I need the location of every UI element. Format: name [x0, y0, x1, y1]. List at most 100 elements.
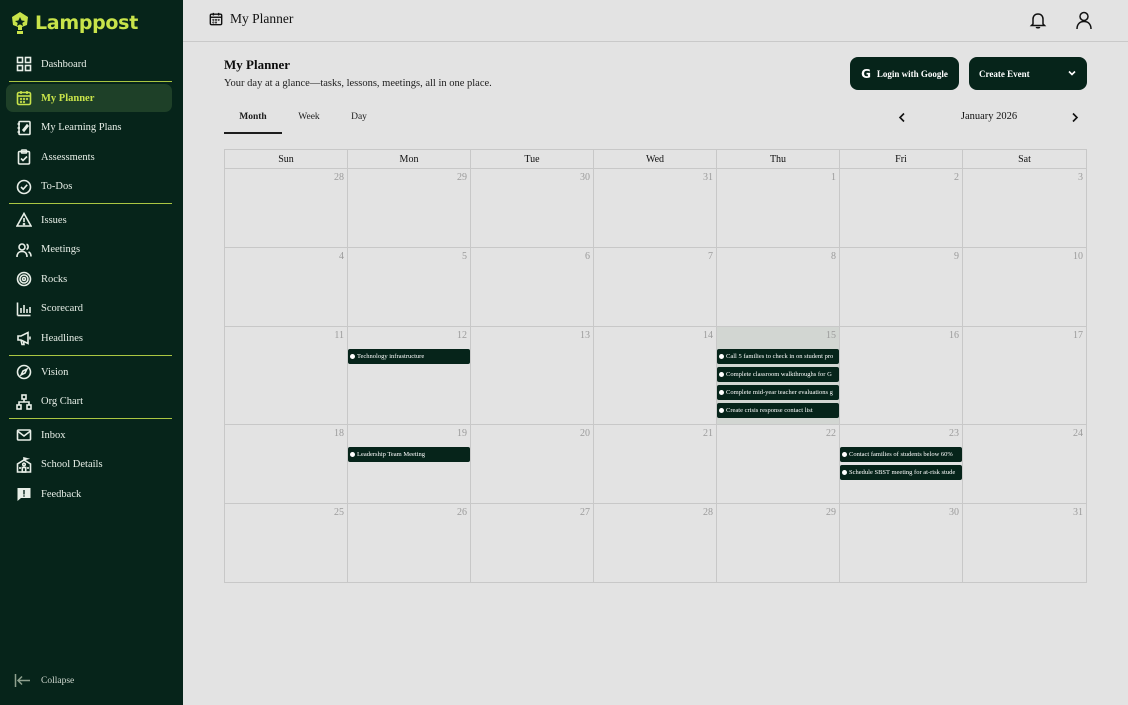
calendar-day-cell[interactable]: 21 [594, 425, 717, 504]
calendar-day-cell[interactable]: 3 [963, 169, 1086, 248]
tab-day[interactable]: Day [344, 108, 374, 134]
sidebar-item-meetings[interactable]: Meetings [6, 236, 172, 264]
day-number: 11 [334, 330, 344, 341]
calendar-day-cell[interactable]: 22 [717, 425, 840, 504]
calendar-day-cell[interactable]: 2 [840, 169, 963, 248]
calendar-day-cell[interactable]: 13 [471, 327, 594, 425]
sidebar-item-label: Scorecard [41, 303, 83, 315]
calendar-day-cell[interactable]: 26 [348, 504, 471, 582]
feedback-icon [15, 486, 32, 503]
day-number: 9 [954, 251, 959, 262]
sidebar-item-dashboard[interactable]: Dashboard [6, 50, 172, 78]
sidebar-item-school-details[interactable]: School Details [6, 451, 172, 479]
sidebar-item-assessments[interactable]: Assessments [6, 143, 172, 171]
nav-group-other: Inbox School Details Feedback [6, 421, 172, 510]
calendar-day-cell[interactable]: 30 [471, 169, 594, 248]
day-number: 14 [703, 330, 713, 341]
calendar-day-cell[interactable]: 18 [225, 425, 348, 504]
day-number: 29 [826, 507, 836, 518]
calendar-day-cell[interactable]: 28 [594, 504, 717, 582]
day-number: 16 [949, 330, 959, 341]
day-number: 18 [334, 428, 344, 439]
calendar-event[interactable]: Complete mid-year teacher evaluations g [717, 385, 839, 400]
sidebar-item-issues[interactable]: Issues [6, 206, 172, 234]
chevron-right-icon[interactable] [1070, 112, 1080, 123]
calendar-day-cell[interactable]: 19 Leadership Team Meeting [348, 425, 471, 504]
calendar-day-cell[interactable]: 10 [963, 248, 1086, 327]
calendar-day-cell[interactable]: 23 Contact families of students below 60%… [840, 425, 963, 504]
day-number: 2 [954, 172, 959, 183]
calendar-day-cell[interactable]: 9 [840, 248, 963, 327]
sidebar-item-vision[interactable]: Vision [6, 358, 172, 386]
calendar-event[interactable]: Call 5 families to check in on student p… [717, 349, 839, 364]
calendar-day-cell[interactable]: 17 [963, 327, 1086, 425]
sidebar-item-headlines[interactable]: Headlines [6, 324, 172, 352]
day-number: 20 [580, 428, 590, 439]
create-event-button[interactable]: Create Event [969, 57, 1087, 90]
user-profile-icon[interactable] [1075, 11, 1093, 30]
sidebar-item-my-learning-plans[interactable]: My Learning Plans [6, 114, 172, 142]
calendar-day-cell[interactable]: 31 [963, 504, 1086, 582]
sidebar-item-scorecard[interactable]: Scorecard [6, 295, 172, 323]
calendar-day-cell[interactable]: 28 [225, 169, 348, 248]
topbar-title-text: My Planner [230, 11, 294, 26]
divider [9, 355, 172, 356]
weekday-tue: Tue [471, 150, 594, 169]
sidebar-item-to-dos[interactable]: To-Dos [6, 173, 172, 201]
logo[interactable]: Lamppost [10, 10, 138, 36]
sidebar-item-inbox[interactable]: Inbox [6, 421, 172, 449]
calendar-day-cell[interactable]: 29 [348, 169, 471, 248]
sidebar-item-label: Dashboard [41, 58, 87, 70]
calendar-day-cell[interactable]: 1 [717, 169, 840, 248]
sidebar-item-label: Headlines [41, 332, 83, 344]
calendar-event[interactable]: Create crisis response contact list [717, 403, 839, 418]
calendar-event[interactable]: Contact families of students below 60% [840, 447, 962, 462]
calendar-day-cell[interactable]: 29 [717, 504, 840, 582]
calendar-day-cell[interactable]: 20 [471, 425, 594, 504]
day-number: 1 [831, 172, 836, 183]
day-number: 12 [457, 330, 467, 341]
calendar-day-cell[interactable]: 8 [717, 248, 840, 327]
calendar-event[interactable]: Technology infrastructure [348, 349, 470, 364]
calendar-day-cell[interactable]: 31 [594, 169, 717, 248]
calendar-event[interactable]: Complete classroom walkthroughs for G [717, 367, 839, 382]
tab-month[interactable]: Month [224, 108, 282, 134]
month-label: January 2026 [960, 111, 1018, 122]
calendar-day-cell[interactable]: 4 [225, 248, 348, 327]
users-icon [15, 241, 32, 258]
calendar-day-cell[interactable]: 5 [348, 248, 471, 327]
calendar-day-cell[interactable]: 16 [840, 327, 963, 425]
calendar-day-cell[interactable]: 6 [471, 248, 594, 327]
sidebar-item-org-chart[interactable]: Org Chart [6, 388, 172, 416]
sidebar-item-my-planner[interactable]: My Planner [6, 84, 172, 112]
calendar-day-cell[interactable]: 14 [594, 327, 717, 425]
calendar-day-cell[interactable]: 25 [225, 504, 348, 582]
calendar-day-cell[interactable]: 24 [963, 425, 1086, 504]
login-with-google-button[interactable]: G Login with Google [850, 57, 959, 90]
collapse-button[interactable]: Collapse [14, 672, 74, 689]
page-title: My Planner [224, 57, 291, 72]
month-navigator: January 2026 [893, 108, 1085, 128]
calendar-day-cell[interactable]: 7 [594, 248, 717, 327]
calendar-day-cell[interactable]: 27 [471, 504, 594, 582]
sidebar-item-label: Meetings [41, 244, 81, 256]
day-number: 29 [457, 172, 467, 183]
calendar-day-cell[interactable]: 11 [225, 327, 348, 425]
day-number: 15 [826, 330, 836, 341]
day-number: 25 [334, 507, 344, 518]
sidebar-item-feedback[interactable]: Feedback [6, 480, 172, 508]
weekday-fri: Fri [840, 150, 963, 169]
day-number: 8 [831, 251, 836, 262]
calendar-day-cell[interactable]: 15 Call 5 families to check in on student… [717, 327, 840, 425]
sidebar-item-rocks[interactable]: Rocks [6, 265, 172, 293]
nav-group-planning: My Planner My Learning Plans Assessments… [6, 84, 172, 202]
month-calendar: Sun Mon Tue Wed Thu Fri Sat 28 29 30 31 1 2 3 4 5 6 7 8 9 1… [224, 149, 1087, 583]
calendar-event[interactable]: Leadership Team Meeting [348, 447, 470, 462]
calendar-day-cell[interactable]: 30 [840, 504, 963, 582]
notifications-bell-icon[interactable] [1029, 11, 1047, 29]
calendar-event[interactable]: Schedule SBST meeting for at-risk stude [840, 465, 962, 480]
sidebar: Lamppost Dashboard My Planner My Learnin… [0, 0, 183, 705]
tab-week[interactable]: Week [292, 108, 326, 134]
calendar-day-cell[interactable]: 12 Technology infrastructure [348, 327, 471, 425]
collapse-label: Collapse [41, 675, 75, 686]
